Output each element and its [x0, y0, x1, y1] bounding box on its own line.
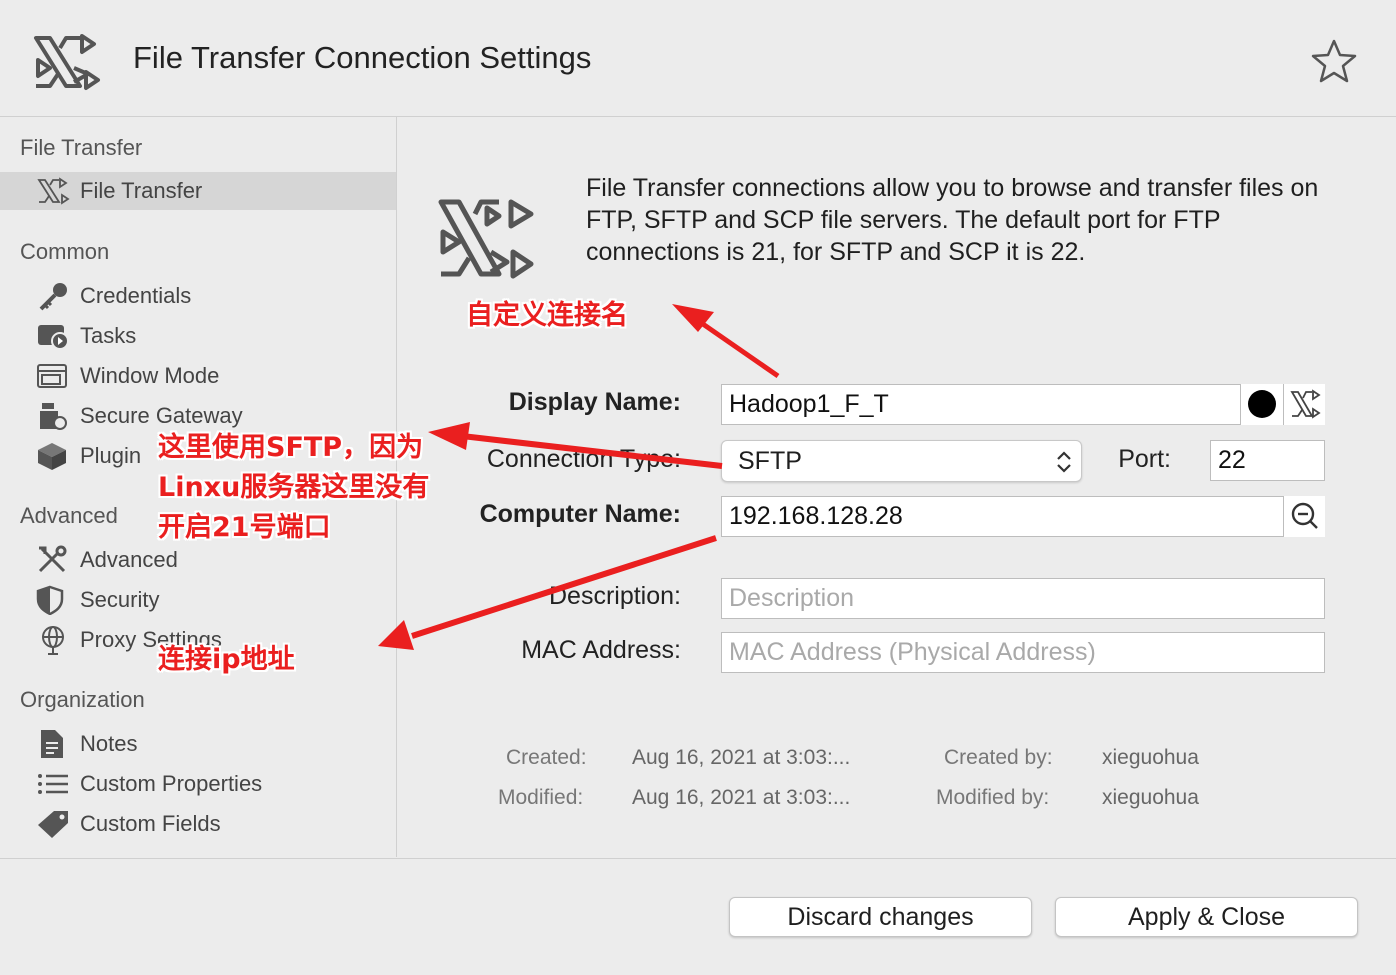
modified-by-label: Modified by: — [936, 786, 1050, 809]
sidebar-item-label: Tasks — [80, 323, 137, 348]
tools-icon — [38, 545, 67, 573]
sidebar-section-title: Organization — [20, 687, 145, 712]
apply-close-button[interactable]: Apply & Close — [1055, 897, 1358, 937]
sidebar-item-label: Custom Properties — [80, 771, 263, 796]
gateway-icon — [40, 403, 67, 430]
created-label: Created: — [506, 746, 587, 769]
sidebar-item-custom-properties[interactable]: Custom Properties — [0, 765, 396, 803]
shield-icon — [36, 585, 64, 615]
created-by-label: Created by: — [944, 746, 1053, 769]
sidebar-item-file-transfer[interactable]: File Transfer — [0, 172, 396, 210]
arrow-custom-name — [672, 304, 780, 379]
tag-icon — [38, 811, 68, 838]
search-icon — [1291, 502, 1318, 529]
computer-name-value: 192.168.128.28 — [729, 502, 903, 530]
star-icon[interactable] — [1310, 38, 1358, 84]
mac-address-field[interactable]: MAC Address (Physical Address) — [721, 632, 1325, 673]
window-header: File Transfer Connection Settings — [0, 0, 1396, 117]
globe-icon — [42, 626, 64, 655]
sidebar-item-label: Advanced — [80, 547, 178, 572]
sidebar-item-notes[interactable]: Notes — [0, 725, 396, 763]
connection-type-value: SFTP — [738, 447, 802, 475]
sidebar-item-label: Custom Fields — [80, 811, 221, 836]
sidebar-item-tasks[interactable]: Tasks — [0, 317, 396, 355]
modified-by-value: xieguohua — [1102, 786, 1199, 809]
sidebar-item-label: Security — [80, 587, 160, 612]
sidebar-item-label: Window Mode — [80, 363, 220, 388]
color-picker-button[interactable] — [1240, 384, 1283, 425]
display-name-value: Hadoop1_F_T — [729, 390, 889, 418]
annotation-ip-address: 连接ip地址 — [158, 644, 295, 675]
description-field[interactable]: Description — [721, 578, 1325, 619]
sidebar-section-title: Common — [20, 239, 110, 264]
search-button[interactable] — [1283, 496, 1325, 537]
file-transfer-icon — [34, 34, 100, 90]
file-transfer-icon — [37, 177, 70, 205]
discard-changes-button[interactable]: Discard changes — [729, 897, 1032, 937]
sidebar-item-custom-fields[interactable]: Custom Fields — [0, 805, 396, 843]
key-icon — [39, 283, 67, 311]
mac-address-label: MAC Address: — [521, 636, 681, 664]
annotation-sftp-line2: Linxu服务器这里没有 — [158, 472, 430, 503]
sidebar-section-title: Advanced — [20, 503, 118, 528]
port-label: Port: — [1118, 445, 1171, 473]
window-title: File Transfer Connection Settings — [133, 40, 592, 75]
description-label: Description: — [549, 582, 681, 610]
sidebar-item-label: File Transfer — [80, 178, 203, 203]
sidebar-item-label: Secure Gateway — [80, 403, 243, 428]
tasks-icon — [38, 325, 69, 350]
notes-icon — [41, 730, 63, 758]
sidebar-item-credentials[interactable]: Credentials — [0, 277, 396, 315]
modified-label: Modified: — [498, 786, 584, 809]
display-name-field[interactable]: Hadoop1_F_T — [721, 384, 1325, 425]
sidebar-item-security[interactable]: Security — [0, 581, 396, 619]
icon-picker-button[interactable] — [1283, 384, 1325, 425]
intro-text: File Transfer connections allow you to b… — [586, 174, 1319, 266]
window-icon — [37, 364, 67, 388]
created-by-value: xieguohua — [1102, 746, 1199, 769]
list-icon — [38, 774, 68, 794]
annotation-sftp-line3: 开启21号端口 — [158, 512, 331, 543]
annotation-sftp-line1: 这里使用SFTP，因为 — [158, 432, 424, 463]
plugin-icon — [38, 443, 66, 470]
file-transfer-icon — [1290, 389, 1321, 419]
annotation-custom-name: 自定义连接名 — [466, 300, 628, 331]
sidebar-section-title: File Transfer — [20, 135, 143, 160]
sidebar-item-window-mode[interactable]: Window Mode — [0, 357, 396, 395]
sidebar-item-label: Plugin — [80, 443, 142, 468]
file-transfer-icon — [438, 199, 534, 279]
sidebar-item-label: Notes — [80, 731, 138, 756]
display-name-label: Display Name: — [508, 388, 681, 416]
port-field[interactable]: 22 — [1210, 440, 1325, 481]
computer-name-field[interactable]: 192.168.128.28 — [721, 496, 1325, 537]
created-value: Aug 16, 2021 at 3:03:... — [632, 746, 851, 769]
modified-value: Aug 16, 2021 at 3:03:... — [632, 786, 851, 809]
sidebar-item-label: Credentials — [80, 283, 192, 308]
color-dot-icon — [1248, 390, 1276, 418]
